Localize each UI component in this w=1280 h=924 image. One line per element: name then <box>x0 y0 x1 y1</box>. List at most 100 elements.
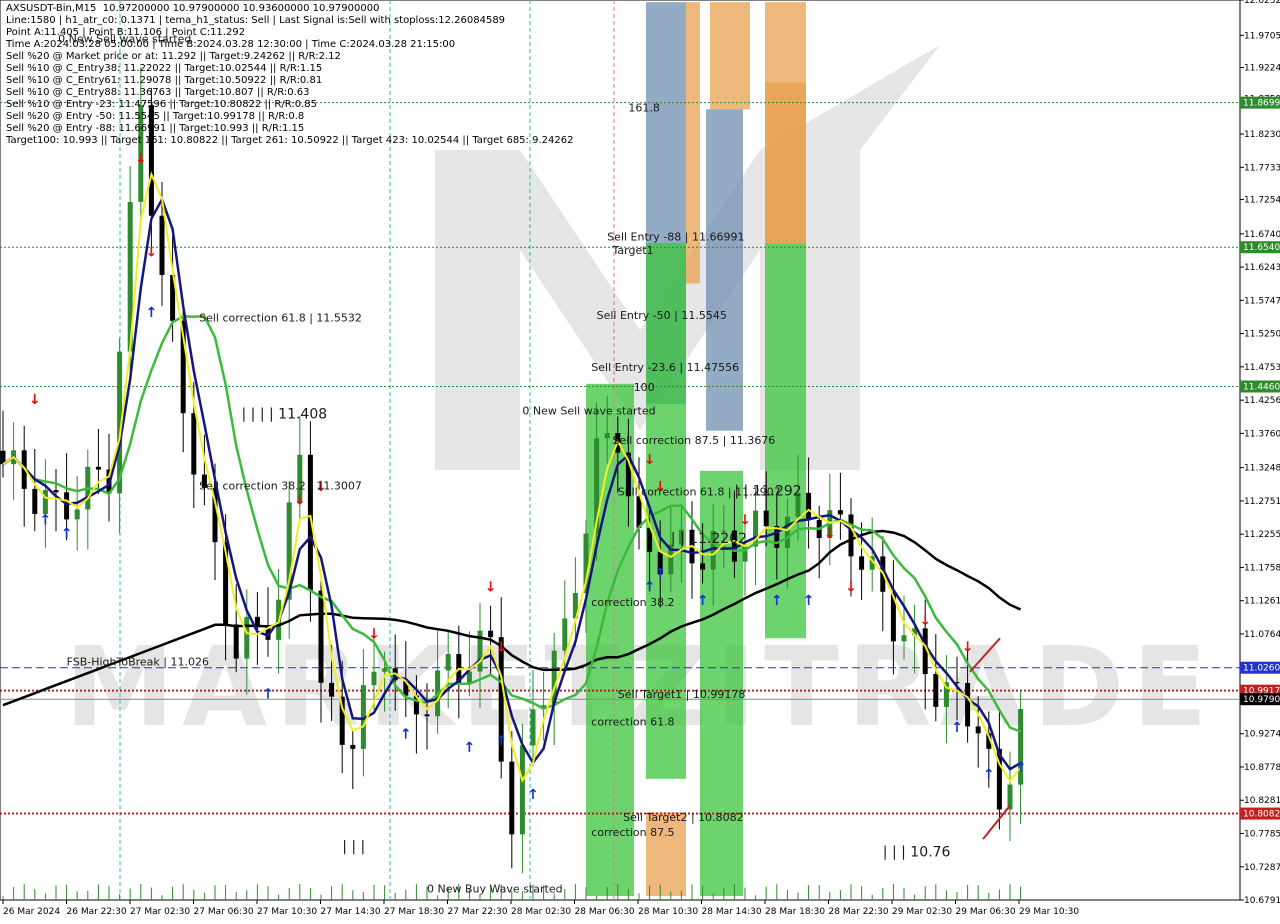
y-tick-label: 11.6243 <box>1244 263 1280 273</box>
chart-annotation: Sell correction 87.5 | 11.3676 <box>613 434 776 447</box>
candle-body <box>562 618 568 651</box>
info-line: Sell %20 @ Entry -88: 11.66991 || Target… <box>6 123 305 134</box>
candle-body <box>509 761 515 835</box>
fib-zone-box <box>765 82 806 244</box>
y-tick-label: 11.7733 <box>1244 163 1280 173</box>
price-tag-label: 11.4460 <box>1243 382 1280 392</box>
x-tick-label: 28 Mar 02:30 <box>511 907 571 917</box>
sell-arrow-icon: ↓ <box>368 626 380 642</box>
sell-arrow-icon: ↓ <box>29 392 41 408</box>
x-axis: 26 Mar 2024 26 Mar 22:30 27 Mar 02:30 27 Ma… <box>2 900 1079 917</box>
info-line: Sell %20 @ Entry -50: 11.5545 || Target:… <box>6 111 305 122</box>
x-tick-label: 28 Mar 14:30 <box>702 907 762 917</box>
candle-body <box>806 492 812 521</box>
price-tag-label: 11.0260 <box>1243 664 1280 674</box>
chart-annotation: Sell Target1 | 10.99178 <box>618 688 746 701</box>
candle-body <box>445 654 451 671</box>
chart-annotation: 0 New Sell wave started <box>522 405 655 418</box>
buy-arrow-icon: ↑ <box>464 740 476 756</box>
chart-annotation: Sell Target2 | 10.8082 <box>623 811 744 824</box>
y-tick-label: 11.2751 <box>1244 497 1280 507</box>
buy-arrow-icon: ↑ <box>40 512 52 528</box>
buy-arrow-icon: ↑ <box>771 593 783 609</box>
y-tick-label: 11.1261 <box>1244 597 1280 607</box>
sell-arrow-icon: ↓ <box>644 452 656 468</box>
candle-body <box>519 745 525 835</box>
candle-body <box>329 682 335 697</box>
candle-body <box>64 492 70 520</box>
sell-arrow-icon: ↓ <box>495 640 507 656</box>
y-tick-label: 11.5250 <box>1244 330 1280 340</box>
y-tick-label: 12.0232 <box>1244 0 1280 6</box>
x-tick-label: 28 Mar 06:30 <box>575 907 635 917</box>
candle-body <box>74 509 80 520</box>
info-line: Sell %10 @ C_Entry38: 11.22022 || Target… <box>6 63 323 74</box>
y-tick-label: 11.9224 <box>1244 63 1280 73</box>
y-tick-label: 11.3248 <box>1244 464 1280 474</box>
sell-arrow-icon: ↓ <box>845 579 857 595</box>
chart-annotation: correction 38.2 <box>591 596 674 609</box>
chart-annotation: correction 61.8 <box>591 715 674 728</box>
x-tick-label: 28 Mar 18:30 <box>765 907 825 917</box>
price-tag-label: 10.8082 <box>1243 810 1280 820</box>
price-tag-label: 11.8699 <box>1243 99 1280 109</box>
buy-arrow-icon: ↑ <box>146 305 158 321</box>
y-tick-label: 11.4256 <box>1244 396 1280 406</box>
candle-body <box>763 510 769 527</box>
chart-annotation: Sell Entry -88 | 11.66991 <box>607 231 744 244</box>
sell-arrow-icon: ↓ <box>485 579 497 595</box>
price-tag-label: 11.6540 <box>1243 243 1280 253</box>
buy-arrow-icon: ↑ <box>803 593 815 609</box>
y-tick-label: 11.9705 <box>1244 31 1280 41</box>
buy-arrow-icon: ↑ <box>697 593 709 609</box>
candle-body <box>53 490 59 493</box>
y-tick-label: 11.8230 <box>1244 130 1280 140</box>
chart-annotation: | | 11.292 <box>734 484 801 500</box>
x-tick-label: 26 Mar 2024 <box>3 907 60 917</box>
chart-annotation: | | | <box>342 839 365 855</box>
sell-arrow-icon: ↓ <box>739 512 751 528</box>
chart-annotation: 161.8 <box>628 101 660 114</box>
chart-annotation: FSB-HighToBreak | 11.026 <box>67 656 209 669</box>
sell-arrow-icon: ↓ <box>146 245 158 261</box>
price-tag-label: 10.9790 <box>1243 695 1280 705</box>
y-tick-label: 11.2255 <box>1244 530 1280 540</box>
x-tick-label: 27 Mar 22:30 <box>448 907 508 917</box>
chart-annotation: Sell Entry -23.6 | 11.47556 <box>591 361 739 374</box>
buy-arrow-icon: ↑ <box>654 566 666 582</box>
y-tick-label: 10.8778 <box>1244 763 1280 773</box>
x-tick-label: 27 Mar 14:30 <box>321 907 381 917</box>
sell-arrow-icon: ↓ <box>824 526 836 542</box>
candle-body <box>837 510 843 515</box>
x-tick-label: 29 Mar 06:30 <box>956 907 1016 917</box>
candle-body <box>848 514 854 557</box>
candle-body <box>700 563 706 570</box>
buy-arrow-icon: ↑ <box>495 733 507 749</box>
y-tick-label: 10.7287 <box>1244 863 1280 873</box>
chart-annotation: 0 New Buy Wave started <box>427 883 563 896</box>
x-tick-label: 27 Mar 06:30 <box>194 907 254 917</box>
candle-body <box>859 556 865 570</box>
x-tick-label: 27 Mar 10:30 <box>257 907 317 917</box>
y-tick-label: 11.7254 <box>1244 195 1280 205</box>
y-tick-label: 10.6791 <box>1244 896 1280 906</box>
y-tick-label: 10.9274 <box>1244 730 1280 740</box>
candle-body <box>424 714 430 717</box>
x-tick-label: 26 Mar 22:30 <box>67 907 127 917</box>
y-tick-label: 11.3760 <box>1244 429 1280 439</box>
y-axis: 12.023211.970511.922411.875911.823011.77… <box>1240 0 1280 906</box>
sell-arrow-icon: ↓ <box>919 613 931 629</box>
sell-arrow-icon: ↓ <box>962 640 974 656</box>
info-line: Sell %10 @ Entry -23: 11.47596 || Target… <box>6 99 318 110</box>
signal-info-panel: AXSUSDT-Bin,M15 10.97200000 10.97900000 … <box>6 3 573 147</box>
candle-body <box>975 726 981 734</box>
x-tick-label: 29 Mar 02:30 <box>892 907 952 917</box>
candle-body <box>42 490 48 514</box>
y-tick-label: 11.5747 <box>1244 296 1280 306</box>
chart-annotation: | | | 10.76 <box>883 845 951 861</box>
x-tick-label: 28 Mar 10:30 <box>638 907 698 917</box>
x-tick-label: 29 Mar 10:30 <box>1019 907 1079 917</box>
info-line: Sell %10 @ C_Entry61: 11.29078 || Target… <box>6 75 323 86</box>
y-tick-label: 11.1758 <box>1244 563 1280 573</box>
info-line: Time A:2024.03.28 05:00:00 | Time B:2024… <box>6 39 456 50</box>
